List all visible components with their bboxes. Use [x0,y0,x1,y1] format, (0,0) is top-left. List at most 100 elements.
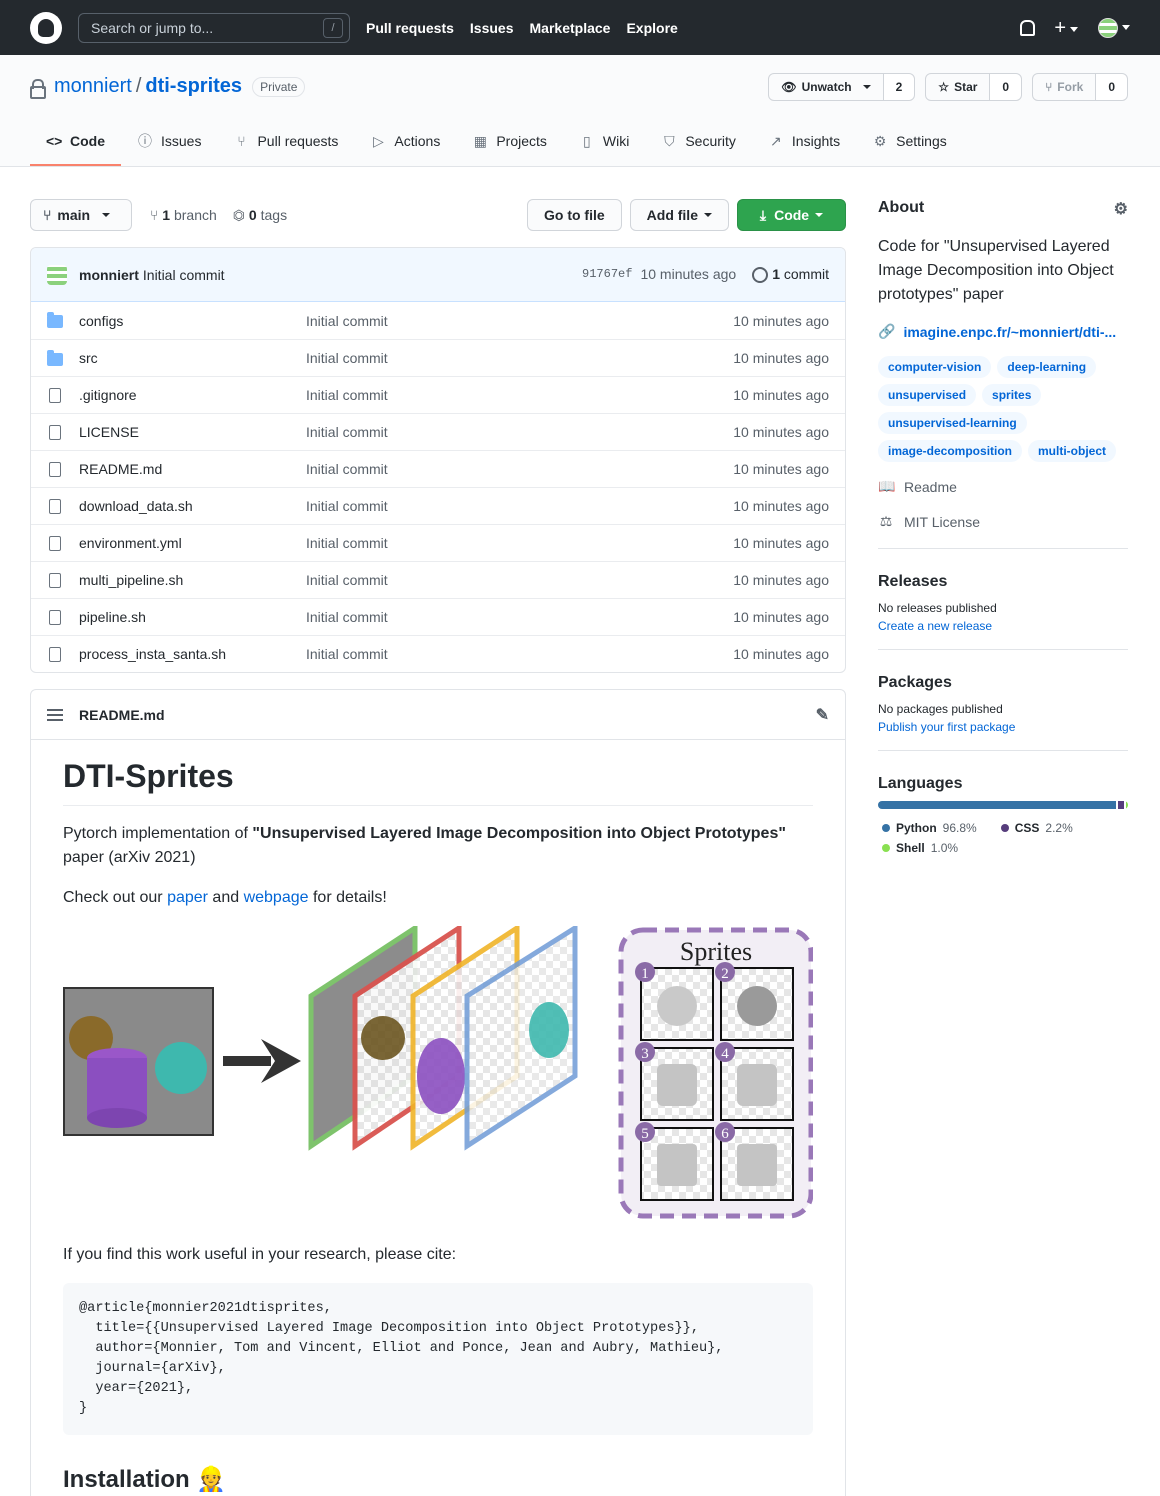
tags-link[interactable]: ⏣ 0 tags [233,207,287,224]
publish-package-link[interactable]: Publish your first package [878,720,1015,734]
file-age: 10 minutes ago [733,312,829,329]
language-item[interactable]: Python 96.8% [878,821,977,835]
file-row[interactable]: process_insta_santa.sh Initial commit 10 m… [31,635,845,672]
topic-tag[interactable]: computer-vision [878,356,992,378]
github-logo-icon[interactable] [30,11,62,44]
fork-icon: ⑂ [1045,80,1053,94]
file-icon [49,461,61,477]
releases-heading[interactable]: Releases [878,573,1128,591]
webpage-link[interactable]: webpage [244,889,309,906]
tab-issues[interactable]: ⓘ Issues [121,118,217,166]
file-name-link[interactable]: README.md [79,461,306,477]
file-commit-message-link[interactable]: Initial commit [306,572,388,588]
file-row[interactable]: LICENSE Initial commit 10 minutes ago [31,413,845,450]
file-name-link[interactable]: LICENSE [79,424,306,440]
topic-tag[interactable]: unsupervised-learning [878,412,1027,434]
file-commit-message-link[interactable]: Initial commit [306,461,388,477]
tab-insights[interactable]: ↗ Insights [752,118,856,166]
commit-sha-link[interactable]: 91767ef [582,267,632,281]
fork-button[interactable]: ⑂ Fork [1033,74,1097,100]
topic-tag[interactable]: sprites [982,384,1042,406]
file-commit-message-link[interactable]: Initial commit [306,646,388,662]
unwatch-button[interactable]: 👁 Unwatch [769,74,884,100]
website-link[interactable]: 🔗 imagine.enpc.fr/~monniert/dti-... [878,323,1128,340]
language-item[interactable]: CSS 2.2% [997,821,1073,835]
code-download-button[interactable]: ⤓ Code [737,199,846,231]
file-name-link[interactable]: multi_pipeline.sh [79,572,306,588]
file-commit-message-link[interactable]: Initial commit [306,387,388,403]
tab-pull-requests[interactable]: ⑂ Pull requests [217,118,354,166]
file-name-link[interactable]: process_insta_santa.sh [79,646,306,662]
add-file-button[interactable]: Add file [629,199,729,231]
search-input[interactable]: Search or jump to... / [78,12,350,43]
tab-settings[interactable]: ⚙ Settings [856,118,963,166]
file-row[interactable]: .gitignore Initial commit 10 minutes ago [31,376,845,413]
tab-projects[interactable]: ▦ Projects [456,118,563,166]
star-button[interactable]: ☆ Star [926,74,991,100]
repo-name-link[interactable]: dti-sprites [145,75,242,98]
gear-icon: ⚙ [873,132,887,149]
file-row[interactable]: environment.yml Initial commit 10 minutes … [31,524,845,561]
nav-pull-requests[interactable]: Pull requests [366,20,454,36]
file-commit-message-link[interactable]: Initial commit [306,424,388,440]
file-row[interactable]: multi_pipeline.sh Initial commit 10 minute… [31,561,845,598]
file-commit-message-link[interactable]: Initial commit [306,350,388,366]
forks-count[interactable]: 0 [1096,74,1127,100]
file-name-link[interactable]: environment.yml [79,535,306,551]
create-release-link[interactable]: Create a new release [878,619,992,633]
file-row[interactable]: src Initial commit 10 minutes ago [31,339,845,376]
file-icon [49,424,61,440]
file-commit-message-link[interactable]: Initial commit [306,498,388,514]
file-name-link[interactable]: pipeline.sh [79,609,306,625]
go-to-file-button[interactable]: Go to file [526,199,622,231]
stars-count[interactable]: 0 [990,74,1022,100]
chevron-down-icon [1070,27,1078,33]
topic-tag[interactable]: deep-learning [997,356,1097,378]
sprite-cell: 5 [635,1122,714,1201]
file-age: 10 minutes ago [733,572,829,588]
paper-link[interactable]: paper [167,889,208,906]
topic-tag[interactable]: multi-object [1028,440,1117,462]
nav-marketplace[interactable]: Marketplace [530,20,611,36]
tab-code[interactable]: <> Code [30,118,121,166]
license-link[interactable]: ⚖ MIT License [878,513,1128,530]
tab-actions[interactable]: ▷ Actions [354,118,456,166]
packages-empty-text: No packages published [878,702,1003,716]
topic-tag[interactable]: image-decomposition [878,440,1023,462]
commit-author-link[interactable]: monniert [79,267,139,283]
sprite-number: 4 [721,1046,729,1062]
file-name-link[interactable]: configs [79,313,306,329]
list-icon[interactable] [47,708,63,721]
file-row[interactable]: download_data.sh Initial commit 10 minutes… [31,487,845,524]
file-commit-message-link[interactable]: Initial commit [306,313,388,329]
file-name-link[interactable]: download_data.sh [79,498,306,514]
file-name-link[interactable]: .gitignore [79,387,306,403]
chevron-down-icon [815,213,824,217]
file-row[interactable]: pipeline.sh Initial commit 10 minutes ago [31,598,845,635]
watchers-count[interactable]: 2 [883,74,915,100]
packages-heading[interactable]: Packages [878,674,1128,692]
readme-link[interactable]: 📖 Readme [878,478,1128,495]
nav-issues[interactable]: Issues [470,20,514,36]
file-commit-message-link[interactable]: Initial commit [306,609,388,625]
file-row[interactable]: README.md Initial commit 10 minutes ago [31,450,845,487]
file-row[interactable]: configs Initial commit 10 minutes ago [31,302,845,339]
topic-tag[interactable]: unsupervised [878,384,977,406]
user-menu[interactable] [1098,17,1130,38]
file-name-link[interactable]: src [79,350,306,366]
nav-explore[interactable]: Explore [626,20,677,36]
create-new-menu[interactable]: + [1054,18,1078,38]
tab-wiki[interactable]: ▯ Wiki [563,118,645,166]
sprite-cell: 1 [635,962,714,1041]
pencil-icon[interactable]: ✎ [816,705,829,725]
language-item[interactable]: Shell 1.0% [878,841,1128,855]
commits-count-link[interactable]: 1 commit [752,266,829,284]
repo-owner-link[interactable]: monniert [54,75,132,98]
notifications-bell-icon[interactable] [1018,19,1036,36]
file-commit-message-link[interactable]: Initial commit [306,535,388,551]
commit-message-link[interactable]: Initial commit [143,267,225,283]
branches-link[interactable]: ⑂ 1 branch [150,207,217,224]
gear-icon[interactable]: ⚙ [1114,199,1128,219]
branch-select-button[interactable]: ⑂ main [30,199,132,231]
tab-security[interactable]: ⛉ Security [645,118,752,166]
